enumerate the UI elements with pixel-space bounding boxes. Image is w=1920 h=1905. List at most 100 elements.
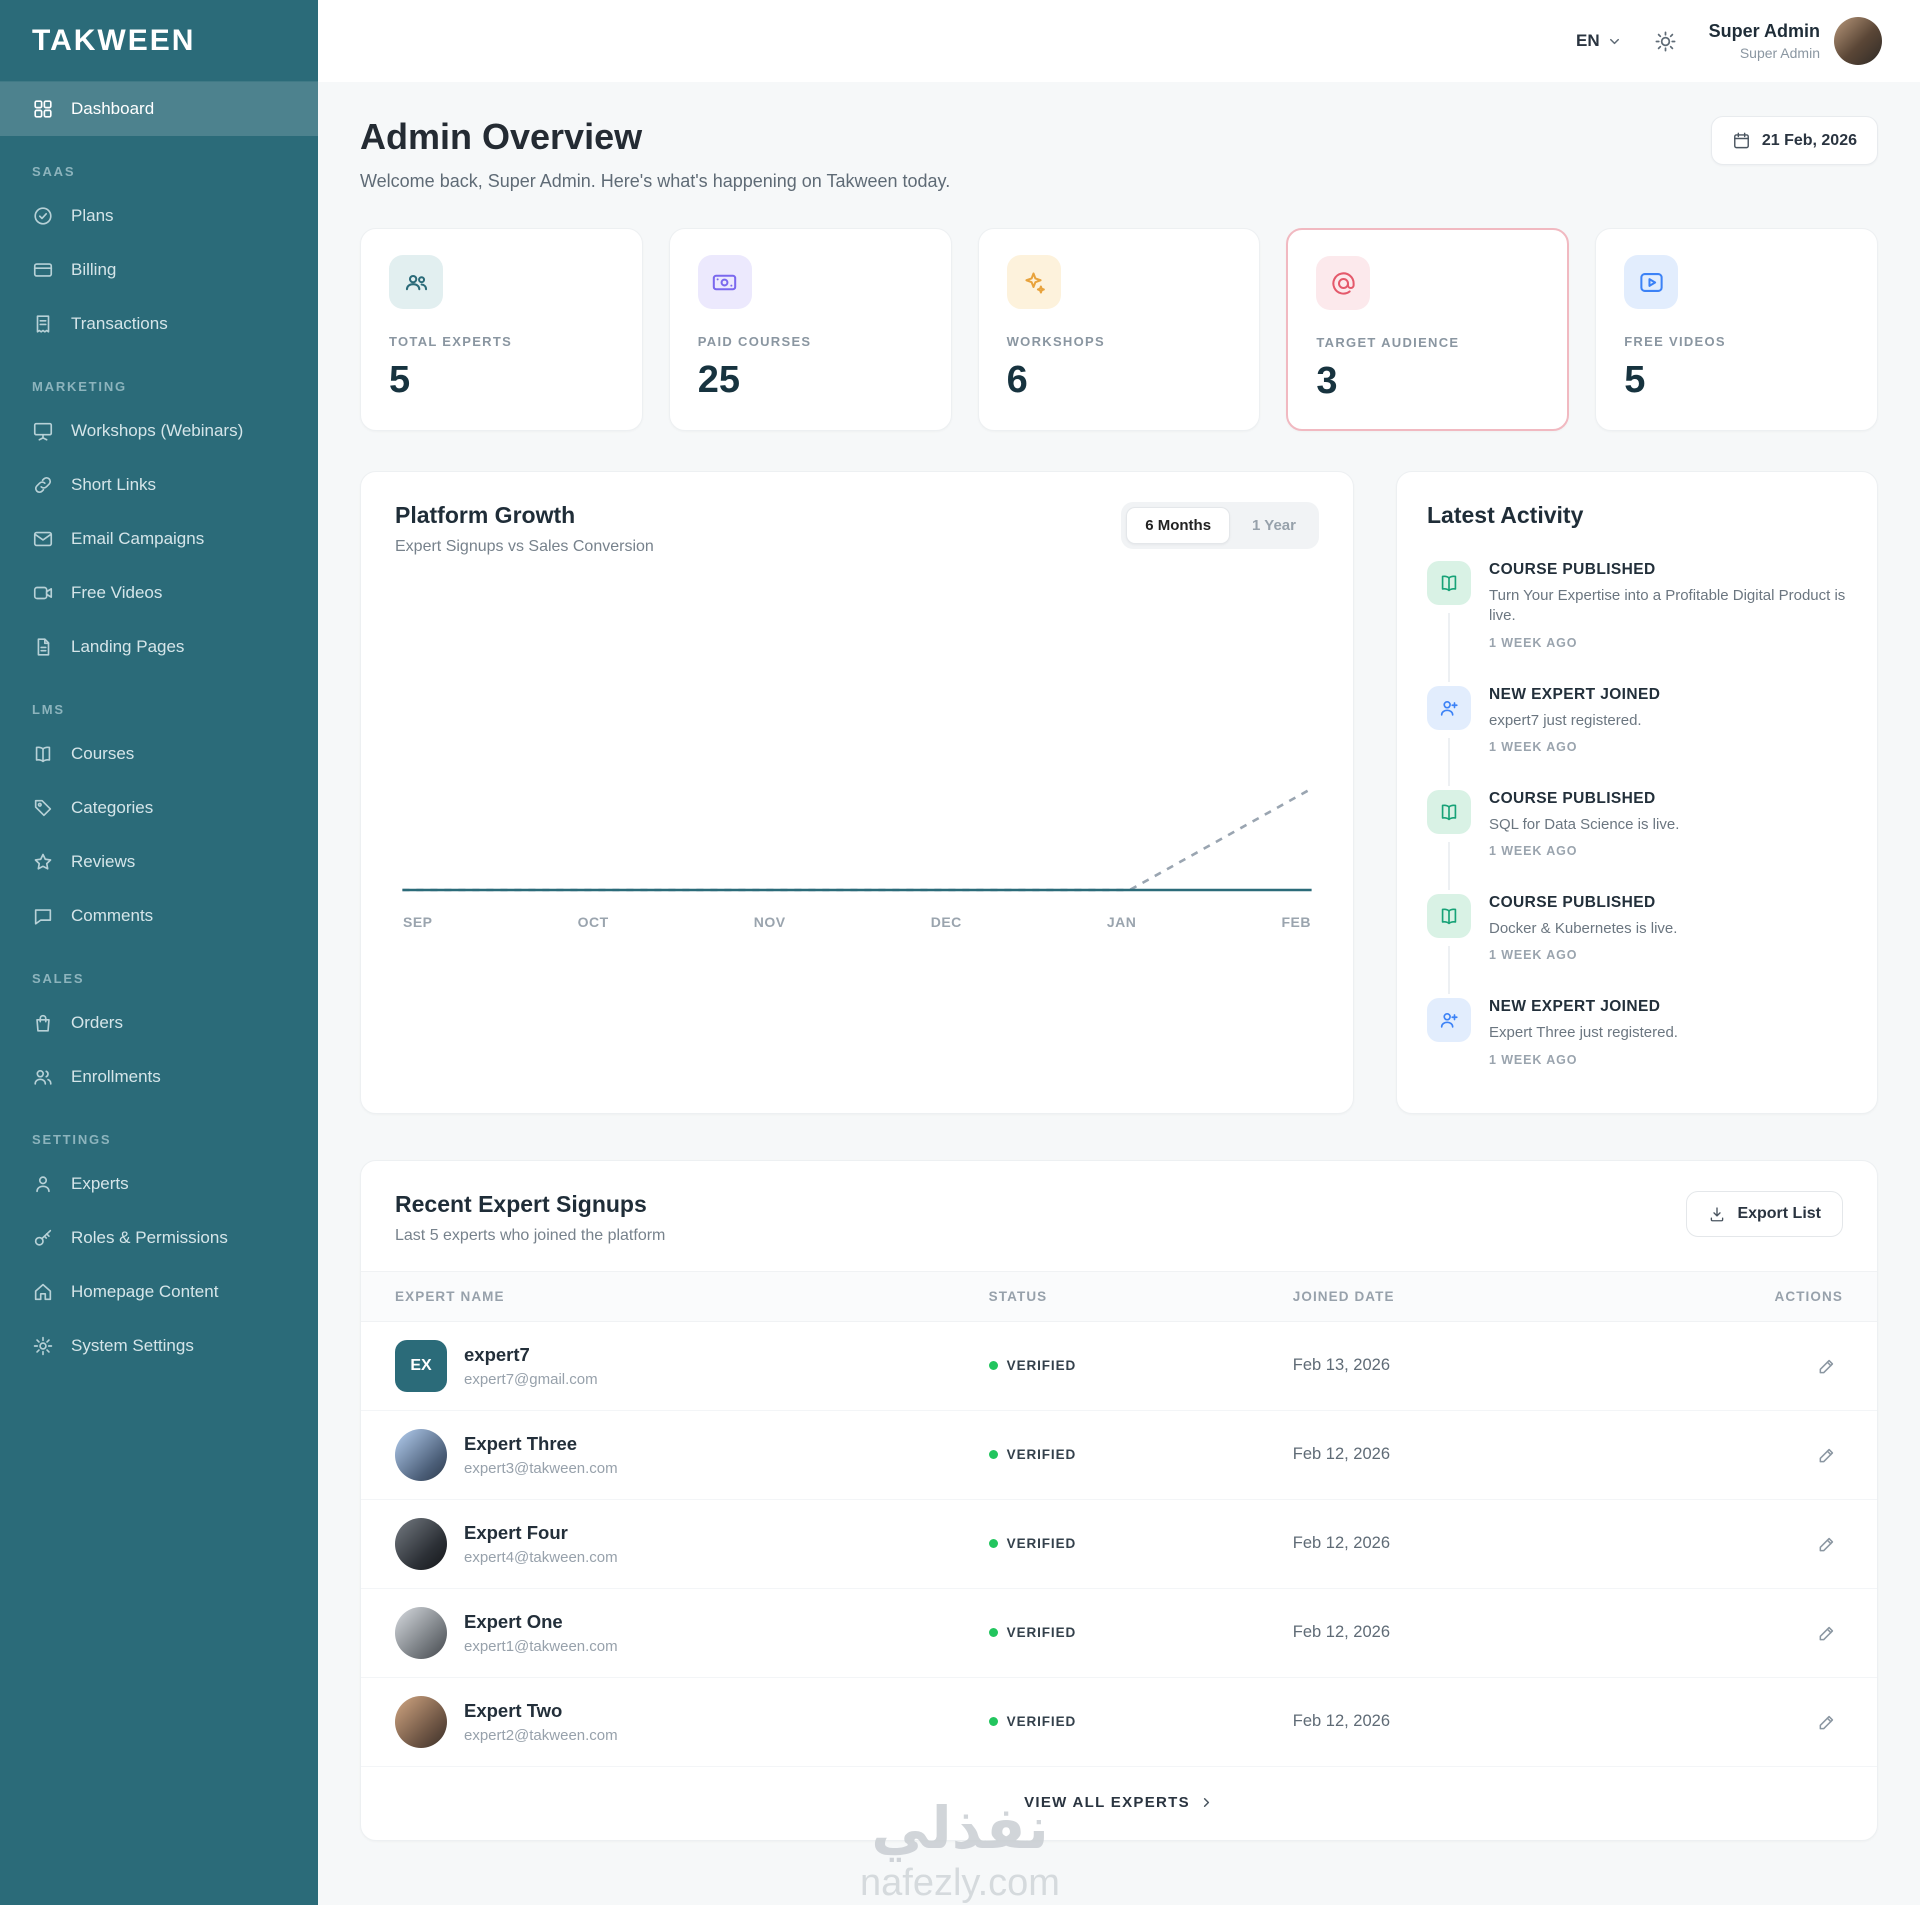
stat-card-target-audience[interactable]: TARGET AUDIENCE 3 bbox=[1286, 228, 1569, 431]
avatar[interactable] bbox=[1834, 17, 1882, 65]
avatar bbox=[395, 1518, 447, 1570]
activity-body: NEW EXPERT JOINED Expert Three just regi… bbox=[1489, 998, 1678, 1066]
sidebar-item-label: Reviews bbox=[71, 852, 135, 872]
language-selector[interactable]: EN bbox=[1576, 31, 1622, 51]
sidebar-item-orders[interactable]: Orders bbox=[0, 996, 318, 1050]
stat-label: PAID COURSES bbox=[698, 334, 923, 349]
x-tick: DEC bbox=[931, 914, 962, 930]
sidebar-item-plans[interactable]: Plans bbox=[0, 189, 318, 243]
sidebar-item-label: Short Links bbox=[71, 475, 156, 495]
range-6-months-button[interactable]: 6 Months bbox=[1126, 507, 1230, 544]
user-menu[interactable]: Super Admin Super Admin bbox=[1709, 17, 1882, 65]
column-actions: ACTIONS bbox=[1626, 1289, 1843, 1304]
expert-name-cell: Expert Four expert4@takween.com bbox=[395, 1518, 989, 1570]
sidebar-item-label: Categories bbox=[71, 798, 153, 818]
joined-date: Feb 12, 2026 bbox=[1293, 1712, 1626, 1731]
expert-name-cell: EX expert7 expert7@gmail.com bbox=[395, 1340, 989, 1392]
sidebar-item-free-videos[interactable]: Free Videos bbox=[0, 566, 318, 620]
activity-title: Latest Activity bbox=[1427, 502, 1847, 529]
sidebar-item-billing[interactable]: Billing bbox=[0, 243, 318, 297]
edit-button[interactable] bbox=[1817, 1356, 1837, 1376]
table-row: Expert Two expert2@takween.com VERIFIED … bbox=[361, 1678, 1877, 1767]
book-icon bbox=[1427, 790, 1471, 834]
sidebar-item-system-settings[interactable]: System Settings bbox=[0, 1319, 318, 1373]
table-columns: EXPERT NAME STATUS JOINED DATE ACTIONS bbox=[361, 1271, 1877, 1322]
verified-dot-icon bbox=[989, 1717, 998, 1726]
sidebar-item-reviews[interactable]: Reviews bbox=[0, 835, 318, 889]
expert-name: expert7 bbox=[464, 1344, 598, 1366]
avatar: EX bbox=[395, 1340, 447, 1392]
table-title: Recent Expert Signups bbox=[395, 1191, 665, 1218]
verified-dot-icon bbox=[989, 1450, 998, 1459]
credit-card-icon bbox=[32, 259, 54, 281]
edit-button[interactable] bbox=[1817, 1623, 1837, 1643]
view-all-label: VIEW ALL EXPERTS bbox=[1024, 1794, 1190, 1811]
joined-date: Feb 12, 2026 bbox=[1293, 1445, 1626, 1464]
sidebar-item-categories[interactable]: Categories bbox=[0, 781, 318, 835]
page-header-text: Admin Overview Welcome back, Super Admin… bbox=[360, 116, 950, 192]
actions-cell bbox=[1626, 1445, 1843, 1465]
sidebar-item-experts[interactable]: Experts bbox=[0, 1157, 318, 1211]
sidebar-item-label: Orders bbox=[71, 1013, 123, 1033]
stat-value: 25 bbox=[698, 359, 923, 402]
sidebar-item-roles-permissions[interactable]: Roles & Permissions bbox=[0, 1211, 318, 1265]
activity-item-title: NEW EXPERT JOINED bbox=[1489, 686, 1660, 704]
sidebar-item-label: Experts bbox=[71, 1174, 129, 1194]
status-badge: VERIFIED bbox=[989, 1536, 1293, 1551]
expert-name: Expert Four bbox=[464, 1522, 618, 1544]
stat-label: TARGET AUDIENCE bbox=[1316, 335, 1539, 350]
expert-name-cell: Expert Two expert2@takween.com bbox=[395, 1696, 989, 1748]
book-icon bbox=[1427, 561, 1471, 605]
activity-item-title: COURSE PUBLISHED bbox=[1489, 561, 1847, 579]
stat-card-total-experts[interactable]: TOTAL EXPERTS 5 bbox=[360, 228, 643, 431]
growth-chart-svg bbox=[395, 582, 1319, 902]
sidebar-item-email-campaigns[interactable]: Email Campaigns bbox=[0, 512, 318, 566]
receipt-icon bbox=[32, 313, 54, 335]
edit-button[interactable] bbox=[1817, 1534, 1837, 1554]
view-all-experts-link[interactable]: VIEW ALL EXPERTS bbox=[361, 1767, 1877, 1840]
book-icon bbox=[1427, 894, 1471, 938]
theme-toggle-button[interactable] bbox=[1654, 30, 1677, 53]
sun-icon bbox=[1654, 30, 1677, 53]
verified-dot-icon bbox=[989, 1361, 998, 1370]
stat-card-workshops[interactable]: WORKSHOPS 6 bbox=[978, 228, 1261, 431]
avatar bbox=[395, 1607, 447, 1659]
sidebar-item-transactions[interactable]: Transactions bbox=[0, 297, 318, 351]
stat-value: 3 bbox=[1316, 360, 1539, 403]
expert-identity: expert7 expert7@gmail.com bbox=[464, 1344, 598, 1388]
pencil-icon bbox=[1817, 1623, 1837, 1643]
x-tick: OCT bbox=[578, 914, 609, 930]
status-badge: VERIFIED bbox=[989, 1447, 1293, 1462]
table-row: Expert One expert1@takween.com VERIFIED … bbox=[361, 1589, 1877, 1678]
language-label: EN bbox=[1576, 31, 1600, 51]
sidebar-item-homepage-content[interactable]: Homepage Content bbox=[0, 1265, 318, 1319]
sidebar-item-comments[interactable]: Comments bbox=[0, 889, 318, 943]
status-label: VERIFIED bbox=[1007, 1358, 1076, 1373]
stat-card-paid-courses[interactable]: PAID COURSES 25 bbox=[669, 228, 952, 431]
activity-item-description: Docker & Kubernetes is live. bbox=[1489, 919, 1677, 939]
chart-subtitle: Expert Signups vs Sales Conversion bbox=[395, 538, 654, 556]
sidebar-item-dashboard[interactable]: Dashboard bbox=[0, 82, 318, 136]
range-1-year-button[interactable]: 1 Year bbox=[1234, 507, 1314, 544]
sidebar-item-enrollments[interactable]: Enrollments bbox=[0, 1050, 318, 1104]
stat-card-free-videos[interactable]: FREE VIDEOS 5 bbox=[1595, 228, 1878, 431]
sidebar-item-label: Dashboard bbox=[71, 99, 154, 119]
check-circle-icon bbox=[32, 205, 54, 227]
edit-button[interactable] bbox=[1817, 1445, 1837, 1465]
date-badge: 21 Feb, 2026 bbox=[1711, 116, 1878, 165]
sidebar-item-landing-pages[interactable]: Landing Pages bbox=[0, 620, 318, 674]
sidebar-item-courses[interactable]: Courses bbox=[0, 727, 318, 781]
sidebar-item-label: Email Campaigns bbox=[71, 529, 204, 549]
avatar bbox=[395, 1696, 447, 1748]
chevron-down-icon bbox=[1607, 34, 1622, 49]
middle-row: Platform Growth Expert Signups vs Sales … bbox=[360, 471, 1878, 1114]
stats-row: TOTAL EXPERTS 5 PAID COURSES 25 WORKSHOP… bbox=[360, 228, 1878, 431]
edit-button[interactable] bbox=[1817, 1712, 1837, 1732]
book-icon bbox=[32, 743, 54, 765]
sidebar-item-short-links[interactable]: Short Links bbox=[0, 458, 318, 512]
export-list-button[interactable]: Export List bbox=[1686, 1191, 1843, 1237]
latest-activity-card: Latest Activity COURSE PUBLISHED Turn Yo… bbox=[1396, 471, 1878, 1114]
status-label: VERIFIED bbox=[1007, 1447, 1076, 1462]
activity-body: COURSE PUBLISHED SQL for Data Science is… bbox=[1489, 790, 1679, 858]
sidebar-item-workshops[interactable]: Workshops (Webinars) bbox=[0, 404, 318, 458]
